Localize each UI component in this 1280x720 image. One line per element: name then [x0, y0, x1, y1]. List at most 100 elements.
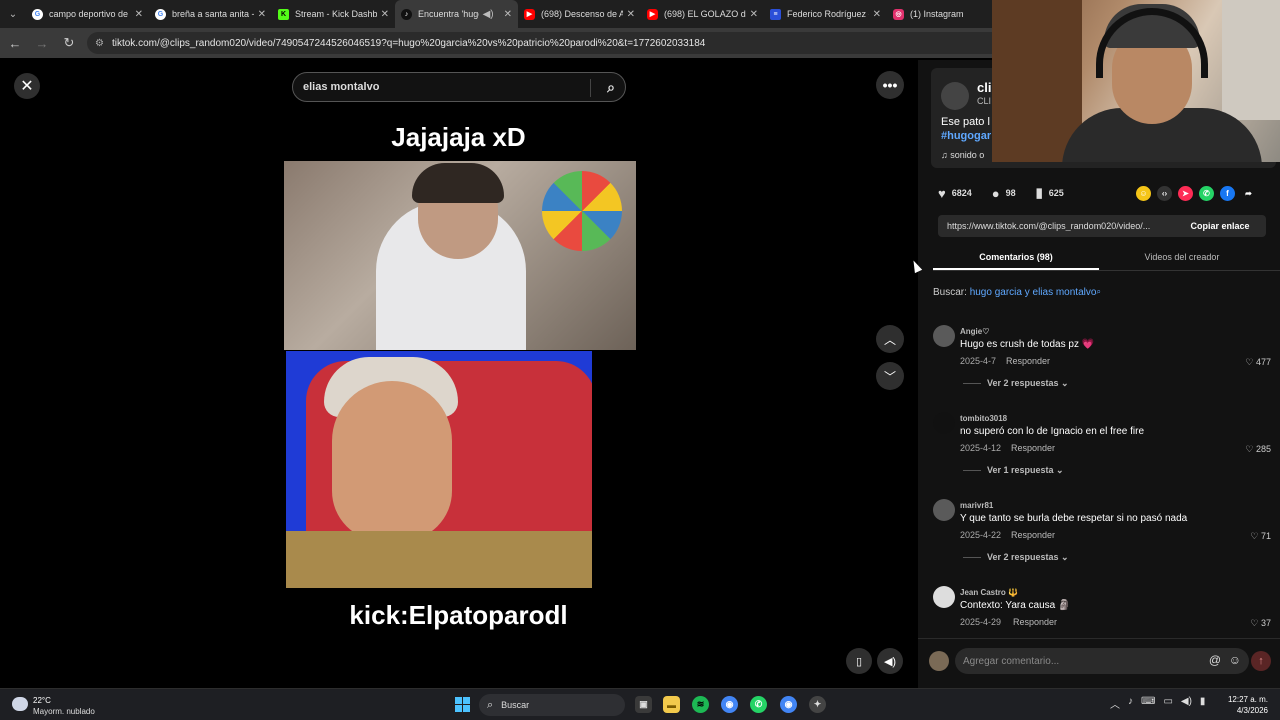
comment-search-hint[interactable]: Buscar: hugo garcia y elias montalvo⌕ — [933, 287, 1101, 298]
whatsapp-icon[interactable]: ✆ — [1199, 186, 1214, 201]
copy-link-button[interactable]: Copiar enlace — [1174, 221, 1266, 231]
sound-link[interactable]: ♫ sonido o — [941, 150, 984, 160]
comment-avatar[interactable] — [933, 325, 955, 347]
hashtag-link[interactable]: #hugogar — [941, 130, 991, 142]
emoji-icon[interactable]: ☺ — [1229, 653, 1241, 667]
clock[interactable]: 12:27 a. m. 4/3/2026 — [1208, 694, 1268, 716]
back-icon[interactable]: ← — [3, 31, 27, 55]
network-icon[interactable]: ▭ — [1163, 696, 1172, 711]
volume-button[interactable]: ◀) — [877, 648, 903, 674]
tab-title: Federico Rodríguez - — [787, 9, 869, 19]
heart-outline-icon: ♡ — [1245, 444, 1256, 454]
embed-icon[interactable]: ‹› — [1157, 186, 1172, 201]
file-explorer-icon[interactable]: ▬ — [663, 696, 680, 713]
close-tab-icon[interactable]: ✕ — [135, 9, 143, 20]
facebook-icon[interactable]: f — [1220, 186, 1235, 201]
tab-comments[interactable]: Comentarios (98) — [933, 247, 1099, 270]
video-frame-bottom — [286, 351, 592, 588]
app-icon[interactable]: ✦ — [809, 696, 826, 713]
forward-icon[interactable]: → — [30, 31, 54, 55]
comment-username[interactable]: Angie♡ — [960, 327, 989, 336]
next-video-button[interactable]: ﹀ — [876, 362, 904, 390]
url-input[interactable]: ⚙ tiktok.com/@clips_random020/video/74905… — [87, 32, 1087, 54]
tab-search-button[interactable]: ⌄ — [0, 0, 26, 28]
browser-tab[interactable]: ≡ Federico Rodríguez - ✕ — [764, 0, 887, 28]
task-view-icon[interactable]: ▣ — [635, 696, 652, 713]
chevron-up-icon[interactable]: ︿ — [1110, 696, 1120, 711]
comment-username[interactable]: Jean Castro 🔱 — [960, 588, 1018, 597]
phone-icon: ▯ — [855, 655, 863, 668]
comment-text: Y que tanto se burla debe respetar si no… — [960, 513, 1188, 524]
person-hair — [412, 163, 504, 203]
bookmark-icon[interactable]: ▮ — [1036, 185, 1043, 201]
previous-video-button[interactable]: ︿ — [876, 325, 904, 353]
mention-icon[interactable]: @ — [1209, 653, 1221, 667]
post-comment-button[interactable]: ↑ — [1251, 651, 1271, 671]
view-replies-button[interactable]: Ver 1 respuesta ⌄ — [963, 465, 1064, 476]
close-tab-icon[interactable]: ✕ — [504, 9, 512, 20]
comment-count: 98 — [1005, 188, 1016, 198]
spotify-icon[interactable]: ≋ — [692, 696, 709, 713]
author-name[interactable]: cli — [977, 80, 991, 95]
close-icon: ✕ — [20, 78, 34, 95]
taskbar-search[interactable]: ⌕ Buscar — [479, 694, 625, 716]
reply-button[interactable]: Responder — [1011, 443, 1055, 453]
video-player[interactable]: elias montalvo ⌕ Jajajaja xD kick:Elpato… — [281, 60, 636, 688]
close-tab-icon[interactable]: ✕ — [627, 9, 635, 20]
chrome-icon[interactable]: ◉ — [721, 696, 738, 713]
comment-like[interactable]: ♡ 285 — [1245, 444, 1271, 455]
volume-icon[interactable]: ◀) — [1181, 696, 1192, 711]
view-replies-button[interactable]: Ver 2 respuestas ⌄ — [963, 552, 1069, 563]
share-buttons: ☺ ‹› ➤ ✆ f ➦ — [1136, 186, 1256, 201]
comment-composer: Agregar comentario... @ ☺ ↑ — [918, 638, 1280, 688]
author-avatar[interactable] — [941, 82, 969, 110]
microphone-icon[interactable]: ♪ — [1128, 696, 1133, 711]
url-text: tiktok.com/@clips_random020/video/749054… — [111, 37, 706, 49]
comment-like[interactable]: ♡ 71 — [1250, 531, 1271, 542]
comment-input[interactable]: Agregar comentario... @ ☺ — [955, 648, 1249, 674]
keyboard-icon[interactable]: ⌨ — [1141, 696, 1155, 711]
comment-username[interactable]: marivr81 — [960, 501, 993, 510]
comment-avatar[interactable] — [933, 586, 955, 608]
search-icon[interactable]: ⌕ — [607, 79, 615, 96]
comment-like[interactable]: ♡ 477 — [1245, 357, 1271, 368]
close-tab-icon[interactable]: ✕ — [873, 9, 881, 20]
close-tab-icon[interactable]: ✕ — [381, 9, 389, 20]
send-icon[interactable]: ➤ — [1178, 186, 1193, 201]
whatsapp-icon[interactable]: ✆ — [750, 696, 767, 713]
video-search-input[interactable]: elias montalvo ⌕ — [292, 72, 626, 102]
browser-tab[interactable]: K Stream - Kick Dashbo ✕ — [272, 0, 395, 28]
tab-creator-videos[interactable]: Videos del creador — [1099, 247, 1265, 270]
battery-icon[interactable]: ▮ — [1200, 696, 1206, 711]
view-replies-button[interactable]: Ver 2 respuestas ⌄ — [963, 378, 1069, 389]
comment-avatar[interactable] — [933, 412, 955, 434]
close-video-button[interactable]: ✕ — [14, 73, 40, 99]
more-options-button[interactable]: ••• — [876, 71, 904, 99]
reply-button[interactable]: Responder — [1011, 530, 1055, 540]
comment-avatar[interactable] — [933, 499, 955, 521]
comment-icon[interactable]: ● — [992, 186, 1000, 201]
reload-icon[interactable]: ↻ — [57, 31, 81, 55]
miniplayer-button[interactable]: ▯ — [846, 648, 872, 674]
browser-tab[interactable]: Gcampo deportivo de ✕ — [26, 0, 149, 28]
browser-tab[interactable]: ▶ (698) EL GOLAZO de ✕ — [641, 0, 764, 28]
close-tab-icon[interactable]: ✕ — [750, 9, 758, 20]
reply-button[interactable]: Responder — [1013, 617, 1057, 627]
share-arrow-icon[interactable]: ➦ — [1241, 186, 1256, 201]
instagram-icon: ◎ — [893, 8, 904, 20]
browser-tab-active[interactable]: ♪ Encuentra 'hugo ◀) ✕ — [395, 0, 518, 28]
chrome-icon[interactable]: ◉ — [780, 696, 797, 713]
comment-like[interactable]: ♡ 37 — [1250, 618, 1271, 629]
reply-button[interactable]: Responder — [1006, 356, 1050, 366]
comment-username[interactable]: tombito3018 — [960, 414, 1007, 423]
heart-icon[interactable]: ♥ — [938, 186, 946, 201]
speaker-icon[interactable]: ◀) — [483, 9, 494, 20]
share-link-url[interactable]: https://www.tiktok.com/@clips_random020/… — [938, 221, 1174, 231]
browser-tab[interactable]: ▶ (698) Descenso de Al ✕ — [518, 0, 641, 28]
weather-widget[interactable]: 22°C Mayorm. nublado — [12, 693, 122, 717]
browser-tab[interactable]: Gbreña a santa anita - ✕ — [149, 0, 272, 28]
windows-start-icon[interactable] — [455, 697, 470, 712]
site-settings-icon[interactable]: ⚙ — [95, 38, 104, 49]
close-tab-icon[interactable]: ✕ — [258, 9, 266, 20]
friends-share-icon[interactable]: ☺ — [1136, 186, 1151, 201]
